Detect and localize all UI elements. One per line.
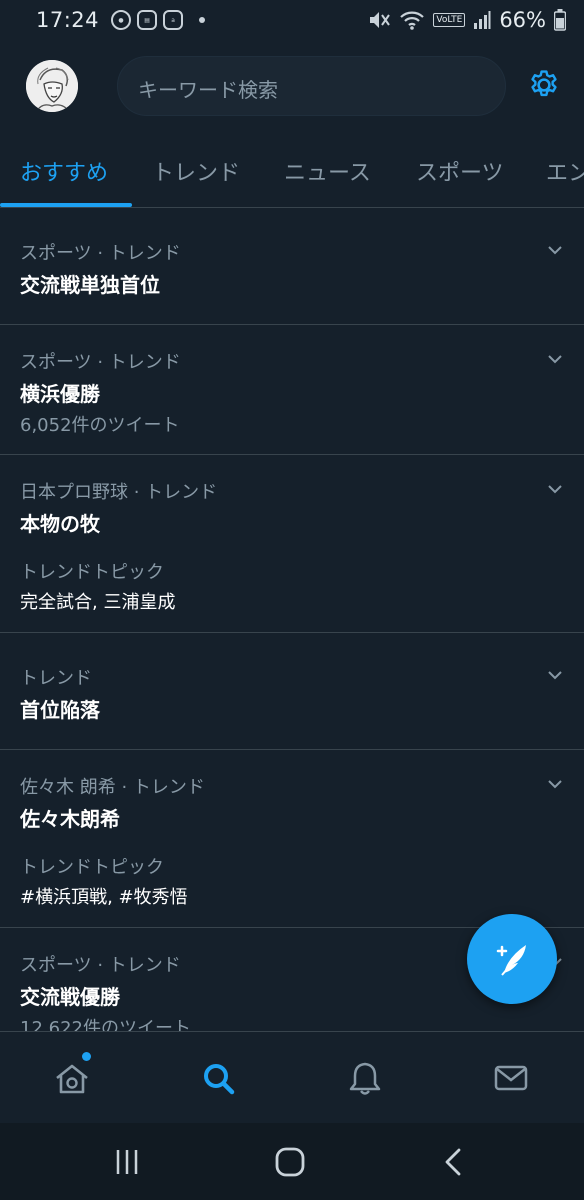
- trend-item[interactable]: トレンド 首位陥落: [0, 633, 584, 750]
- trend-meta: スポーツ · トレンド: [20, 243, 181, 264]
- trend-topic-value: #横浜頂戦, #牧秀悟: [20, 887, 188, 908]
- compose-tweet-button[interactable]: [467, 914, 557, 1004]
- chevron-down-icon[interactable]: [546, 480, 564, 498]
- status-notification-icons: ● ▤ a: [111, 10, 206, 30]
- home-icon[interactable]: [52, 1058, 92, 1098]
- compose-feather-icon: [496, 945, 526, 976]
- trend-meta: 佐々木 朗希 · トレンド: [20, 777, 205, 798]
- tab-recommended[interactable]: おすすめ: [20, 155, 108, 187]
- battery-percent: 66%: [499, 8, 546, 32]
- trend-title: 首位陥落: [20, 698, 100, 722]
- trend-title: 本物の牧: [20, 512, 100, 536]
- status-time: 17:24: [36, 8, 100, 32]
- home-notification-dot: [82, 1052, 91, 1061]
- trend-topic-label: トレンドトピック: [20, 857, 164, 878]
- trend-list: スポーツ · トレンド 交流戦単独首位 スポーツ · トレンド 横浜優勝 6,0…: [0, 208, 584, 1039]
- amazon-icon: a: [163, 10, 184, 30]
- mute-icon: [370, 12, 391, 28]
- trend-title: 横浜優勝: [20, 382, 100, 406]
- trend-meta: スポーツ · トレンド: [20, 352, 181, 373]
- chevron-down-icon[interactable]: [546, 666, 564, 684]
- recent-apps-icon[interactable]: [110, 1145, 144, 1179]
- wifi-icon: [400, 11, 425, 30]
- trend-item[interactable]: 佐々木 朗希 · トレンド 佐々木朗希 トレンドトピック #横浜頂戦, #牧秀悟: [0, 750, 584, 928]
- volte-badge: VoLTE: [433, 13, 466, 27]
- trend-meta: スポーツ · トレンド: [20, 955, 181, 976]
- search-placeholder: キーワード検索: [138, 78, 278, 102]
- trend-title: 佐々木朗希: [20, 807, 120, 831]
- tab-trends[interactable]: トレンド: [152, 155, 240, 187]
- tab-active-indicator: [0, 203, 132, 207]
- trend-item[interactable]: 日本プロ野球 · トレンド 本物の牧 トレンドトピック 完全試合, 三浦皇成: [0, 455, 584, 633]
- chevron-down-icon[interactable]: [546, 350, 564, 368]
- tab-sports[interactable]: スポーツ: [416, 155, 504, 187]
- tab-entertainment[interactable]: エン: [546, 155, 584, 187]
- messages-icon[interactable]: [491, 1058, 531, 1098]
- trend-topic-value: 完全試合, 三浦皇成: [20, 592, 176, 613]
- chevron-down-icon[interactable]: [546, 775, 564, 793]
- trend-meta: トレンド: [20, 668, 92, 689]
- line-manga-icon: ▤: [137, 10, 158, 30]
- signal-icon: [474, 11, 491, 29]
- home-circle-icon[interactable]: [273, 1145, 307, 1179]
- avatar-sketch-icon: [26, 60, 78, 112]
- trend-item[interactable]: スポーツ · トレンド 交流戦単独首位: [0, 208, 584, 325]
- trend-title: 交流戦単独首位: [20, 273, 160, 297]
- battery-icon: [554, 9, 566, 31]
- trend-topic-label: トレンドトピック: [20, 562, 164, 583]
- status-bar: 17:24 ● ▤ a VoLTE 66%: [0, 0, 584, 40]
- chevron-down-icon[interactable]: [546, 241, 564, 259]
- bottom-navigation: [0, 1031, 584, 1123]
- avatar[interactable]: [26, 60, 78, 112]
- status-right-icons: VoLTE 66%: [367, 8, 566, 32]
- trend-title: 交流戦優勝: [20, 985, 120, 1009]
- android-system-bar: [0, 1123, 584, 1200]
- tab-bar: おすすめ トレンド ニュース スポーツ エン: [0, 140, 584, 208]
- trend-item[interactable]: スポーツ · トレンド 横浜優勝 6,052件のツイート: [0, 325, 584, 455]
- search-input[interactable]: キーワード検索: [117, 56, 506, 116]
- top-header: キーワード検索: [0, 52, 584, 118]
- gear-icon[interactable]: [527, 68, 561, 102]
- notifications-icon[interactable]: [345, 1058, 385, 1098]
- trend-meta: 日本プロ野球 · トレンド: [20, 482, 218, 503]
- back-icon[interactable]: [438, 1145, 472, 1179]
- tweet-count: 6,052件のツイート: [20, 415, 180, 436]
- tab-news[interactable]: ニュース: [284, 155, 371, 187]
- line-icon: ●: [111, 10, 132, 30]
- dot-icon: [199, 17, 206, 23]
- search-icon[interactable]: [198, 1058, 238, 1098]
